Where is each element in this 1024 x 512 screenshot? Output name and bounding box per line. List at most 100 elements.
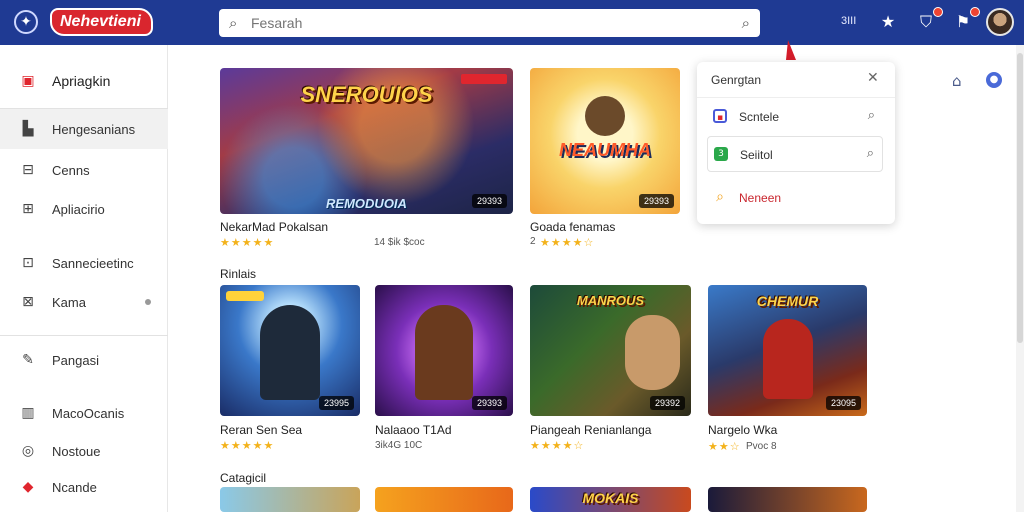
pencil-icon: ✎ (22, 352, 34, 368)
popover-item[interactable]: ⌕ Neneen (707, 180, 883, 216)
game-art-title: MANROUS (576, 293, 645, 308)
featured-card-2[interactable]: NEAUMHA 29393 Goada fenamas 2 ★★★★☆ (530, 68, 680, 258)
search-submit-icon[interactable]: ⌕ (742, 14, 750, 32)
game-title[interactable]: Nalaaoo T1Ad (375, 423, 452, 437)
notification-icon[interactable]: ⚑ (952, 7, 980, 33)
featured-card-1[interactable]: SNEROUIOS REMODUOIA 29393 NekarMad Pokal… (220, 68, 513, 258)
header-count: 3III (841, 15, 857, 27)
sidebar-item-sannecieetinc[interactable]: ⊡ Sannecieetinc (0, 243, 168, 283)
top-bar: ✦ Nehevtieni ⌕ ⌕ 3III ★ ⛉ ⚑ (0, 0, 1024, 45)
avatar[interactable] (986, 8, 1014, 36)
rating-stars: ★★★★★ (220, 439, 275, 452)
game-title[interactable]: Piangeah Renianlanga (530, 423, 651, 437)
search-icon[interactable]: ⌕ (867, 146, 874, 161)
compass-icon[interactable]: ✦ (14, 10, 38, 34)
rating-stars: ★★★★☆ (530, 439, 585, 452)
app-store-icon: ▣ (21, 73, 35, 89)
sale-badge (226, 291, 264, 301)
search-icon: ⌕ (229, 14, 238, 32)
app-icon: 3 (714, 147, 728, 161)
search-input[interactable] (251, 13, 721, 33)
wishlist-icon: ⊠ (22, 294, 34, 310)
game-art-banner: REMODUOIA (326, 196, 407, 211)
store-icon: ▪ (713, 109, 727, 123)
game-card[interactable]: MANROUS 29392 Piangeah Renianlanga ★★★★☆ (530, 285, 691, 455)
scrollbar[interactable] (1016, 45, 1024, 512)
info-icon[interactable]: ● (986, 72, 1002, 88)
section-title-popular: Rinlais (220, 267, 257, 281)
popover-item[interactable]: ▪ Scntele ⌕ (707, 99, 883, 135)
sidebar-item-cenns[interactable]: ⊟ Cenns (0, 150, 168, 190)
close-icon[interactable]: ✕ (867, 70, 879, 86)
category-thumbnail[interactable]: MOKAIS (530, 487, 691, 512)
sidebar-item-hengesanians[interactable]: ▙ Hengesanians (0, 109, 168, 149)
game-art-title: CHEMUR (756, 293, 819, 309)
settings-icon: ◎ (21, 443, 35, 459)
sidebar-item-apliacirio[interactable]: ⊞ Apliacirio (0, 189, 168, 229)
rating-value: 2 (530, 236, 536, 247)
game-card[interactable]: 29393 Nalaaoo T1Ad 3ik4G 10C (375, 285, 513, 455)
price-tag: 29392 (649, 396, 685, 410)
rating-stars: ★★★★☆ (540, 236, 595, 249)
search-icon: ⌕ (716, 189, 724, 205)
game-meta: 3ik4G 10C (375, 440, 423, 451)
game-art (260, 305, 320, 400)
sidebar-item-nostoue[interactable]: ◎ Nostoue (0, 431, 168, 471)
game-thumbnail[interactable]: 23995 (220, 285, 360, 416)
game-card[interactable]: 23995 Reran Sen Sea ★★★★★ (220, 285, 360, 455)
sidebar-divider (0, 335, 168, 336)
game-thumbnail[interactable]: 29393 (375, 285, 513, 416)
chart-icon: ▥ (21, 405, 35, 421)
game-thumbnail[interactable]: MANROUS 29392 (530, 285, 691, 416)
price-tag: 29393 (471, 396, 507, 410)
search-bar: ⌕ ⌕ (219, 9, 760, 37)
game-art-title: SNEROUIOS (300, 82, 433, 107)
popover-divider (697, 97, 895, 98)
category-thumbnail[interactable] (375, 487, 513, 512)
game-meta: Pvoc 8 (746, 441, 777, 452)
sidebar-item-apriagkin[interactable]: ▣ Apriagkin (0, 61, 168, 101)
popover-title: Genrgtan (711, 73, 762, 87)
sidebar-item-kama[interactable]: ⊠ Kama (0, 282, 168, 322)
recent-searches-popover: Genrgtan ✕ ▪ Scntele ⌕ 3 Seiitol ⌕ ⌕ Nen… (697, 62, 895, 224)
game-thumbnail[interactable]: NEAUMHA 29393 (530, 68, 680, 214)
price-tag: 29393 (471, 194, 507, 208)
category-thumbnail[interactable] (220, 487, 360, 512)
price-tag: 29393 (638, 194, 674, 208)
games-icon: ⊟ (22, 162, 34, 178)
game-title[interactable]: NekarMad Pokalsan (220, 220, 328, 234)
featured-meta: 14 $ik $coc (374, 237, 425, 248)
game-title[interactable]: Reran Sen Sea (220, 423, 302, 437)
star-icon[interactable]: ★ (877, 11, 899, 33)
category-thumbnail[interactable] (708, 487, 867, 512)
game-title[interactable]: Nargelo Wka (708, 423, 777, 437)
cart-badge (933, 7, 943, 17)
price-tag: 23095 (825, 396, 861, 410)
apps-icon: ⊞ (22, 201, 34, 217)
game-thumbnail[interactable]: SNEROUIOS REMODUOIA 29393 (220, 68, 513, 214)
home-icon: ▙ (22, 121, 34, 137)
brand-logo[interactable]: Nehevtieni (50, 8, 153, 36)
rating-stars: ★★★★★ (220, 236, 275, 249)
game-art (585, 96, 625, 136)
share-icon[interactable]: ⌂ (952, 72, 962, 90)
sidebar-item-pangasi[interactable]: ✎ Pangasi (0, 340, 168, 380)
cart-icon[interactable]: ⛉ (915, 7, 943, 33)
sidebar-dot (145, 299, 151, 305)
scrollbar-thumb[interactable] (1017, 53, 1023, 343)
rating-stars: ★★☆ (708, 440, 741, 453)
sidebar-item-ncande[interactable]: ◆ Ncande (0, 467, 168, 507)
category-art-title: MOKAIS (582, 490, 639, 506)
sale-badge (461, 74, 507, 84)
tag-icon: ◆ (22, 479, 34, 495)
popover-item[interactable]: 3 Seiitol ⌕ (707, 136, 883, 172)
game-title[interactable]: Goada fenamas (530, 220, 615, 234)
game-art (625, 315, 680, 390)
section-title-categories: Catagicil (220, 471, 267, 485)
library-icon: ⊡ (22, 255, 34, 271)
sidebar-item-macoocanis[interactable]: ▥ MacoOcanis (0, 393, 168, 433)
search-icon[interactable]: ⌕ (868, 108, 875, 123)
game-thumbnail[interactable]: CHEMUR 23095 (708, 285, 867, 416)
game-card[interactable]: CHEMUR 23095 Nargelo Wka ★★☆ Pvoc 8 (708, 285, 867, 455)
price-tag: 23995 (318, 396, 354, 410)
